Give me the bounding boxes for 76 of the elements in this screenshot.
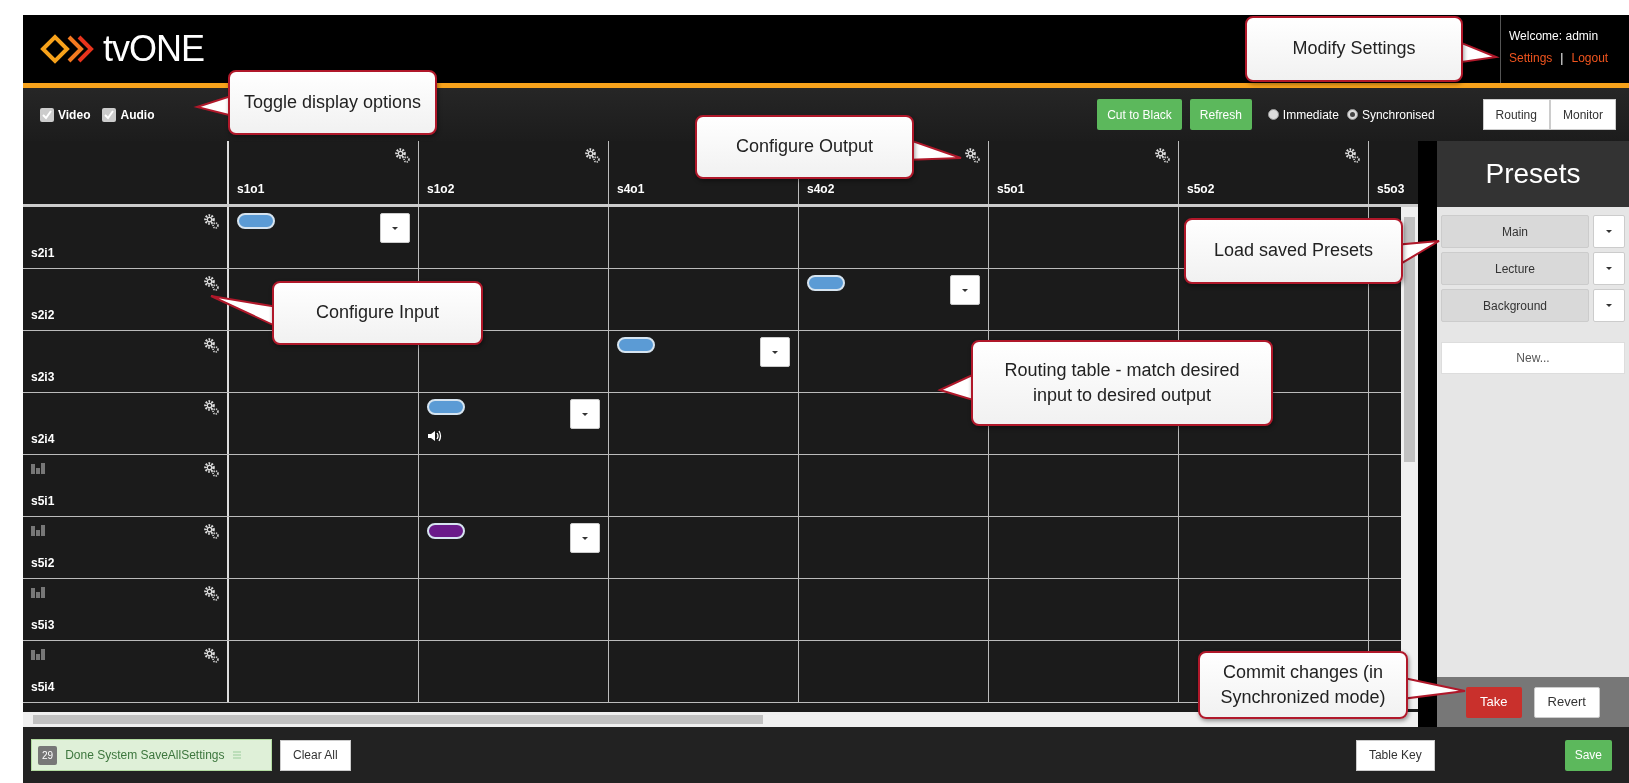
column-label: s5o3 — [1377, 181, 1406, 198]
checkbox[interactable] — [102, 107, 117, 122]
row-label: s2i2 — [31, 307, 56, 324]
gears-icon[interactable] — [964, 147, 980, 163]
gears-icon[interactable] — [203, 275, 219, 291]
caret-icon — [1605, 266, 1613, 271]
gears-icon[interactable] — [203, 523, 219, 539]
header-link[interactable]: Logout — [1571, 49, 1609, 67]
preset-button[interactable]: Main — [1441, 215, 1589, 248]
column-label: s4o1 — [617, 181, 646, 198]
caret-icon — [961, 287, 969, 293]
radio-label: Immediate — [1282, 106, 1339, 124]
gears-icon[interactable] — [203, 585, 219, 601]
annotation-callout: Configure Input — [272, 281, 483, 345]
gears-icon[interactable] — [394, 147, 410, 163]
row-label: s5i3 — [31, 617, 56, 634]
link-separator: | — [1560, 50, 1564, 67]
caret-icon — [581, 411, 589, 417]
new-preset-button[interactable]: New... — [1441, 342, 1625, 374]
column-label: s4o2 — [807, 181, 836, 198]
preset-button[interactable]: Lecture — [1441, 252, 1589, 285]
row-label: s5i1 — [31, 493, 56, 510]
clear-all-button[interactable]: Clear All — [280, 739, 351, 771]
route-marker[interactable] — [237, 213, 275, 229]
radio-button[interactable] — [1346, 109, 1358, 120]
column-label: s1o2 — [427, 181, 456, 198]
caret-icon — [1605, 303, 1613, 308]
column-label: s5o1 — [997, 181, 1026, 198]
row-label: s5i4 — [31, 679, 56, 696]
gears-icon[interactable] — [203, 399, 219, 415]
row-label: s2i1 — [31, 245, 56, 262]
route-marker[interactable] — [427, 523, 465, 539]
radio-label: Synchronised — [1361, 106, 1435, 124]
annotation-callout: Routing table - match desired input to desired output — [971, 340, 1273, 426]
gears-icon[interactable] — [1154, 147, 1170, 163]
route-marker[interactable] — [427, 399, 465, 415]
caret-icon — [391, 225, 399, 231]
radio-button[interactable] — [1267, 109, 1279, 120]
gears-icon[interactable] — [203, 647, 219, 663]
logo-text: tvONE — [103, 27, 204, 71]
caret-icon — [771, 349, 779, 355]
revert-button[interactable]: Revert — [1533, 686, 1600, 718]
row-label: s2i4 — [31, 431, 56, 448]
welcome-text: Welcome: admin — [1509, 28, 1600, 45]
checkbox[interactable] — [40, 107, 54, 122]
row-label: s5i2 — [31, 555, 56, 572]
gears-icon[interactable] — [203, 213, 219, 229]
lines-icon — [232, 751, 241, 759]
preset-button[interactable]: Background — [1441, 289, 1589, 322]
take-button[interactable]: Take — [1466, 686, 1522, 718]
annotation-callout: Configure Output — [695, 115, 914, 179]
caret-icon — [581, 535, 589, 541]
gears-icon[interactable] — [584, 147, 600, 163]
count-badge: 29 — [38, 745, 58, 765]
annotation-callout: Commit changes (in Synchronized mode) — [1198, 651, 1408, 719]
route-marker[interactable] — [617, 337, 655, 353]
caret-icon — [1605, 229, 1613, 234]
checkbox-label: Video — [58, 106, 91, 124]
table-key-button[interactable]: Table Key — [1355, 739, 1435, 771]
route-marker[interactable] — [807, 275, 845, 291]
horizontal-scrollbar[interactable] — [23, 712, 1418, 727]
annotation-callout: Modify Settings — [1245, 16, 1463, 82]
header-link[interactable]: Settings — [1509, 49, 1553, 67]
column-label: s1o1 — [237, 181, 266, 198]
view-button[interactable]: Routing — [1482, 99, 1550, 130]
row-label: s2i3 — [31, 369, 56, 386]
gears-icon[interactable] — [203, 461, 219, 477]
annotation-callout: Load saved Presets — [1184, 218, 1403, 284]
gears-icon[interactable] — [203, 337, 219, 353]
view-button[interactable]: Monitor — [1550, 99, 1616, 130]
column-label: s5o2 — [1187, 181, 1216, 198]
status-text: Done System SaveAllSettings — [65, 747, 225, 764]
annotation-callout: Toggle display options — [228, 70, 437, 135]
checkbox-label: Audio — [120, 106, 155, 124]
gears-icon[interactable] — [1344, 147, 1360, 163]
panel-title: Presets — [1437, 141, 1629, 207]
